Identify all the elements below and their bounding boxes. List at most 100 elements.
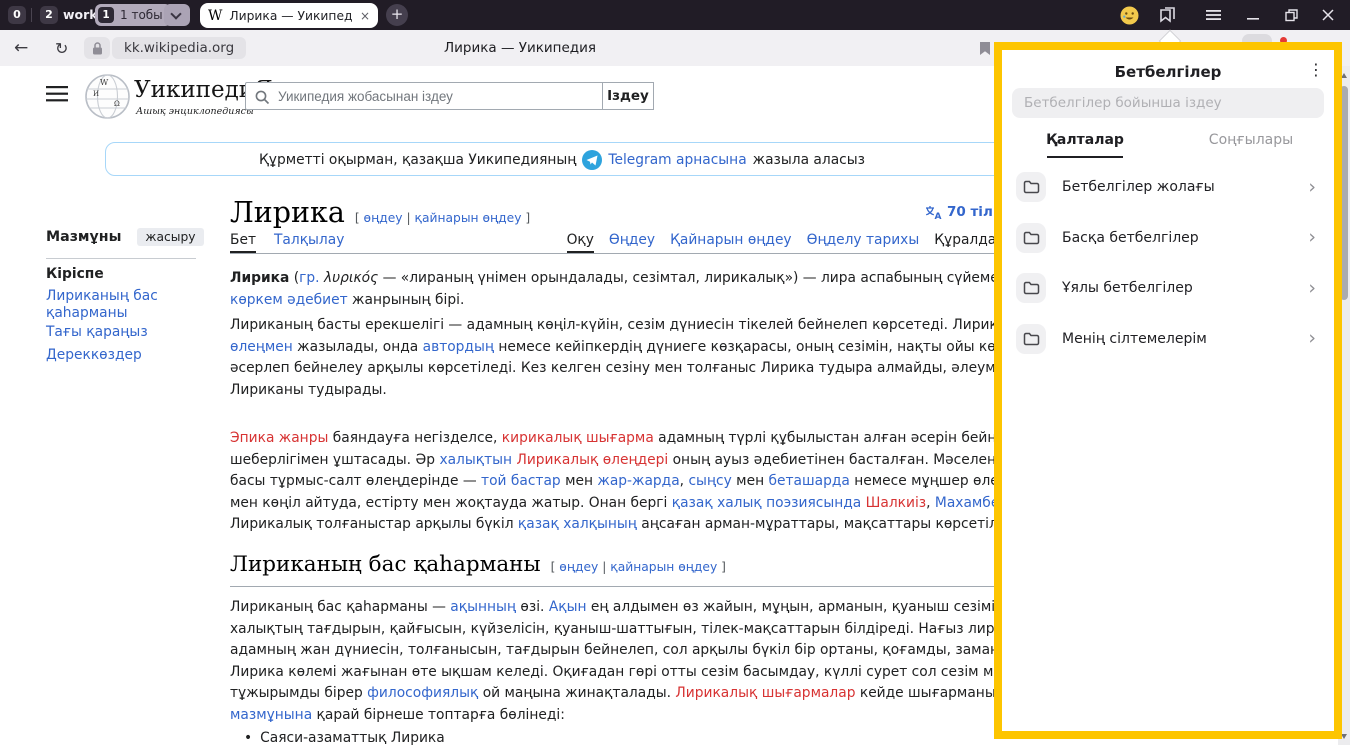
lock-icon (92, 42, 103, 55)
back-arrow-icon: ← (14, 38, 28, 58)
search-icon (255, 90, 270, 105)
back-button[interactable]: ← (14, 30, 28, 66)
window-minimize-button[interactable] (1240, 0, 1266, 30)
workspace-work-label[interactable]: work (63, 7, 98, 22)
url-field[interactable]: kk.wikipedia.org (112, 37, 246, 59)
list-item-text: Саяси-азаматтық Лирика (260, 730, 445, 746)
article-title: Лирика (230, 196, 345, 229)
folder-icon (1023, 180, 1040, 194)
folder-icon-tile (1016, 172, 1046, 202)
wikipedia-favicon: W (208, 8, 222, 24)
tab-group-pill[interactable]: 1 1 тобы (95, 4, 171, 26)
banner-text-before: Құрметті оқырман, қазақша Уикипедияның (259, 152, 576, 168)
panel-tab-bar: Қалталар Соңғылары (1002, 132, 1334, 158)
folder-list: Бетбелгілер жолағы › Басқа бетбелгілер ›… (1002, 162, 1334, 364)
browser-tab-bar: 0 2 work 1 1 тобы W Лирика — Уикипедия ×… (0, 0, 1350, 30)
tab-history[interactable]: Өңделу тарихы (807, 232, 920, 253)
active-tab-title: Лирика — Уикипедия (229, 9, 353, 23)
tab-counter-badge-0[interactable]: 0 (8, 6, 26, 24)
restore-icon (1285, 9, 1298, 22)
bookmarks-panel: Бетбелгілер ⋮ Қалталар Соңғылары Бетбелг… (994, 42, 1342, 739)
tab-counter-badge-work[interactable]: 2 (40, 6, 58, 24)
toc-hide-button[interactable]: жасыру (137, 228, 203, 246)
reload-button[interactable]: ↻ (55, 30, 68, 66)
wikipedia-globe-icon: W И Ω (84, 73, 131, 120)
chevron-right-icon: › (1308, 279, 1316, 298)
site-security-button[interactable] (84, 37, 110, 59)
toc-item-main-hero[interactable]: Лириканың бас қаһарманы (46, 288, 181, 322)
bookmarks-icon (1158, 7, 1178, 24)
section-edit-links[interactable]: [ өңдеу | қайнарын өңдеу ] (551, 560, 726, 574)
folder-icon-tile (1016, 273, 1046, 303)
tab-group-expand-button[interactable] (164, 4, 190, 26)
tab-article[interactable]: Бет (230, 232, 256, 253)
toc-item-intro[interactable]: Кіріспе (46, 266, 104, 282)
folder-row-my-links[interactable]: Менің сілтемелерім › (1002, 314, 1334, 365)
new-tab-button[interactable]: + (386, 4, 408, 26)
svg-text:A: A (935, 212, 942, 220)
browser-menu-button[interactable] (1200, 0, 1226, 30)
tab-group-divider (31, 8, 32, 22)
reload-icon: ↻ (55, 39, 68, 58)
tab-folders[interactable]: Қалталар (1002, 132, 1168, 158)
folder-label: Менің сілтемелерім (1062, 331, 1207, 347)
chevron-right-icon: › (1308, 228, 1316, 247)
bookmark-flag-icon (979, 41, 991, 56)
profile-avatar[interactable] (1116, 0, 1142, 30)
folder-row-other-bookmarks[interactable]: Басқа бетбелгілер › (1002, 213, 1334, 264)
wiki-search-button[interactable]: Іздеу (602, 82, 654, 110)
addressbar-page-title[interactable]: Лирика — Уикипедия (390, 30, 650, 66)
bullet-marker: • (244, 730, 252, 746)
bookmark-page-button[interactable] (979, 30, 991, 66)
window-close-button[interactable] (1315, 0, 1341, 30)
bookmarks-panel-button[interactable] (1155, 0, 1181, 30)
folder-icon (1023, 231, 1040, 245)
folder-label: Басқа бетбелгілер (1062, 230, 1199, 246)
chevron-down-icon (170, 8, 181, 19)
tab-group-count: 1 (98, 7, 114, 23)
language-selector[interactable]: A 70 тіл (925, 204, 993, 220)
toc-item-sources[interactable]: Дереккөздер (46, 347, 142, 363)
folder-icon (1023, 332, 1040, 346)
wikipedia-logo[interactable]: W И Ω (84, 73, 131, 124)
article-edit-links[interactable]: [ өңдеу | қайнарын өңдеу ] (355, 211, 530, 225)
svg-text:И: И (93, 90, 99, 98)
window-restore-button[interactable] (1278, 0, 1304, 30)
active-tab[interactable]: W Лирика — Уикипедия × (200, 3, 378, 28)
folder-row-mobile-bookmarks[interactable]: Ұялы бетбелгілер › (1002, 263, 1334, 314)
hamburger-menu-icon (46, 86, 68, 102)
banner-text-after: жазыла аласыз (753, 152, 865, 168)
panel-title: Бетбелгілер (1002, 63, 1334, 81)
folder-row-bookmarks-bar[interactable]: Бетбелгілер жолағы › (1002, 162, 1334, 213)
tab-edit-source[interactable]: Қайнарын өңдеу (670, 232, 792, 253)
tab-group-name: 1 тобы (120, 8, 163, 22)
hamburger-menu-icon (1206, 9, 1221, 21)
chevron-right-icon: › (1308, 178, 1316, 197)
toc-item-see-also[interactable]: Тағы қараңыз (46, 324, 148, 340)
close-tab-icon[interactable]: × (360, 9, 370, 23)
avatar-smiley-icon (1120, 6, 1139, 25)
tab-recent[interactable]: Соңғылары (1168, 132, 1334, 158)
svg-text:Ω: Ω (114, 100, 120, 108)
close-icon (1322, 9, 1334, 21)
active-tab-underline (1047, 156, 1123, 158)
wiki-search-input[interactable] (278, 83, 598, 109)
telegram-channel-link[interactable]: Telegram арнасына (608, 152, 746, 168)
list-item: • Саяси-азаматтық Лирика (244, 730, 445, 746)
tab-talk[interactable]: Талқылау (274, 232, 344, 253)
panel-menu-button[interactable]: ⋮ (1308, 60, 1324, 79)
table-of-contents: Мазмұны жасыру Кіріспе Лириканың бас қаһ… (46, 228, 216, 246)
folder-icon-tile (1016, 223, 1046, 253)
tab-read[interactable]: Оқу (567, 232, 594, 253)
toc-divider (46, 258, 196, 259)
telegram-icon (582, 150, 602, 170)
bookmarks-search-input[interactable] (1012, 88, 1324, 118)
wiki-main-menu-button[interactable] (46, 86, 68, 106)
language-count: 70 тіл (947, 204, 993, 220)
wiki-search-box[interactable] (245, 82, 603, 110)
tab-edit[interactable]: Өңдеу (609, 232, 655, 253)
folder-label: Ұялы бетбелгілер (1062, 280, 1193, 296)
language-icon: A (925, 205, 942, 220)
folder-icon (1023, 281, 1040, 295)
wikipedia-tagline: Ашық энциклопедиясы (136, 106, 254, 117)
